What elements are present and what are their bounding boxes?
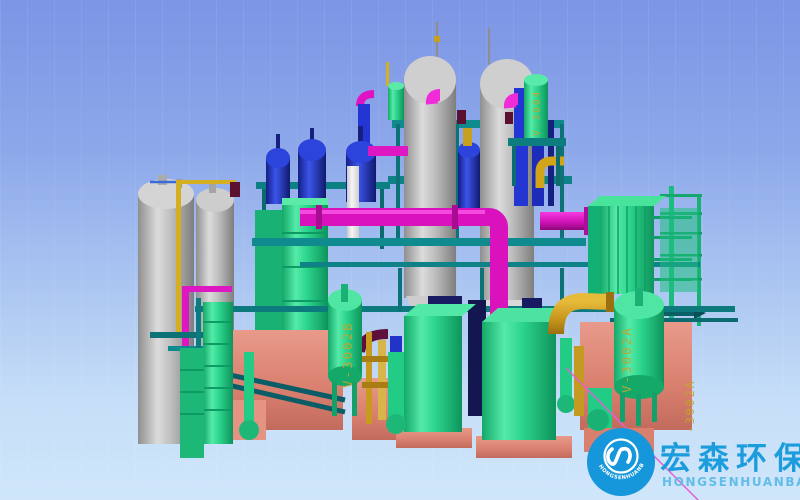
tag-3002a: -3002A: [683, 379, 697, 433]
green-tanks-bottom: [404, 304, 572, 440]
tag-v3002a: V-3002A: [619, 326, 634, 393]
logo-chinese-name: 宏森环保: [660, 441, 800, 477]
logo-circle-icon: [587, 428, 655, 496]
tag-v3004: V-3004: [532, 90, 543, 136]
tag-v3002b: V-3002B: [340, 321, 355, 388]
logo-english-name: HONGSENHUANBAO: [662, 475, 800, 489]
blue-vessel-cluster: [255, 126, 390, 334]
plant-model-scene: V-3002B V-3002A -3002A V-3004 HONGSENHUA…: [0, 0, 800, 500]
cad-3d-viewport: V-3002B V-3002A -3002A V-3004 HONGSENHUA…: [0, 0, 800, 500]
